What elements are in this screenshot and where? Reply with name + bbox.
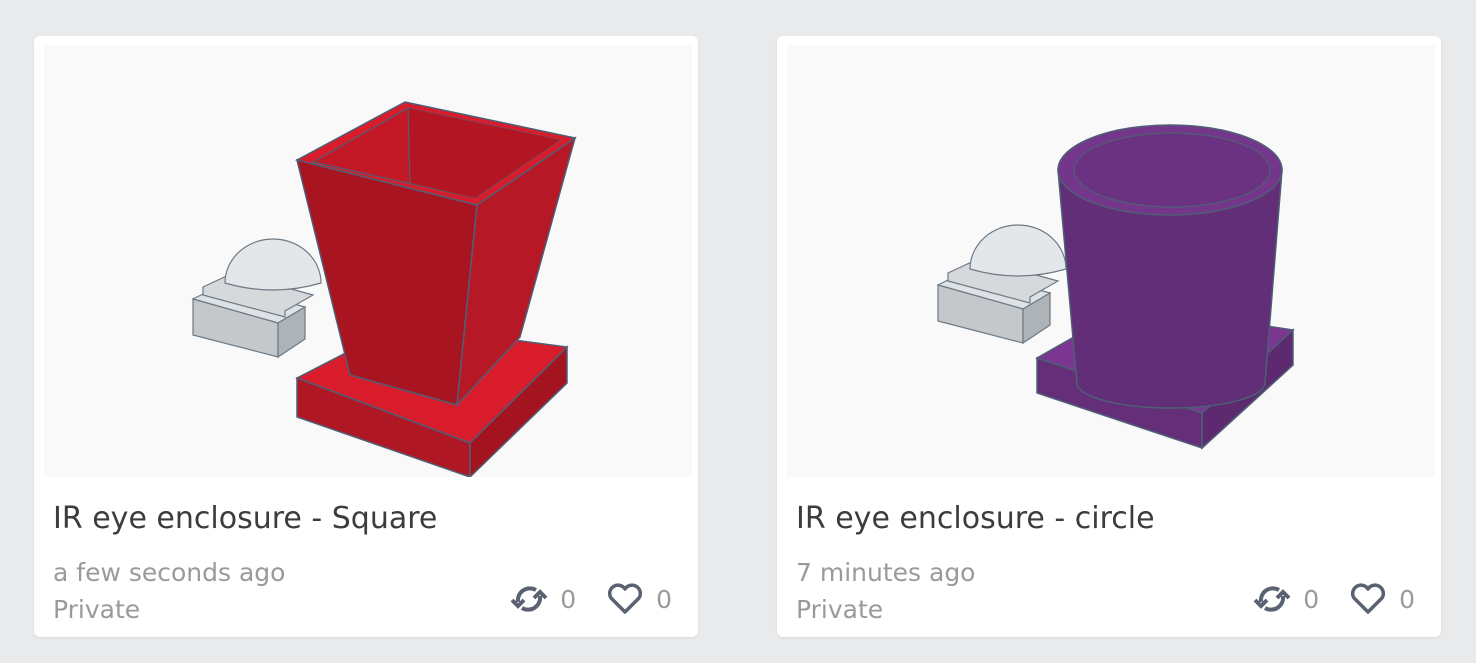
design-card[interactable]: IR eye enclosure - Square a few seconds … xyxy=(34,36,698,637)
design-title[interactable]: IR eye enclosure - Square xyxy=(53,501,437,536)
design-visibility: Private xyxy=(796,595,884,624)
remix-count: 0 xyxy=(560,584,577,614)
design-time: a few seconds ago xyxy=(53,558,286,587)
heart-icon xyxy=(1351,583,1386,614)
design-visibility: Private xyxy=(53,595,141,624)
like-button[interactable]: 0 xyxy=(606,582,672,616)
remix-button[interactable]: 0 xyxy=(510,582,576,616)
remix-icon xyxy=(1253,586,1291,612)
design-card[interactable]: IR eye enclosure - circle 7 minutes ago … xyxy=(777,36,1441,637)
red-square-enclosure-model xyxy=(192,101,577,477)
remix-button[interactable]: 0 xyxy=(1253,582,1319,616)
remix-count: 0 xyxy=(1303,584,1320,614)
like-count: 0 xyxy=(656,584,672,614)
design-title[interactable]: IR eye enclosure - circle xyxy=(796,501,1155,536)
like-count: 0 xyxy=(1399,584,1415,614)
design-thumbnail[interactable] xyxy=(787,45,1435,477)
like-button[interactable]: 0 xyxy=(1349,582,1415,616)
remix-icon xyxy=(510,586,548,612)
design-time: 7 minutes ago xyxy=(796,558,976,587)
purple-circle-enclosure-model xyxy=(937,124,1295,450)
heart-icon xyxy=(608,583,643,614)
design-thumbnail[interactable] xyxy=(44,45,692,477)
